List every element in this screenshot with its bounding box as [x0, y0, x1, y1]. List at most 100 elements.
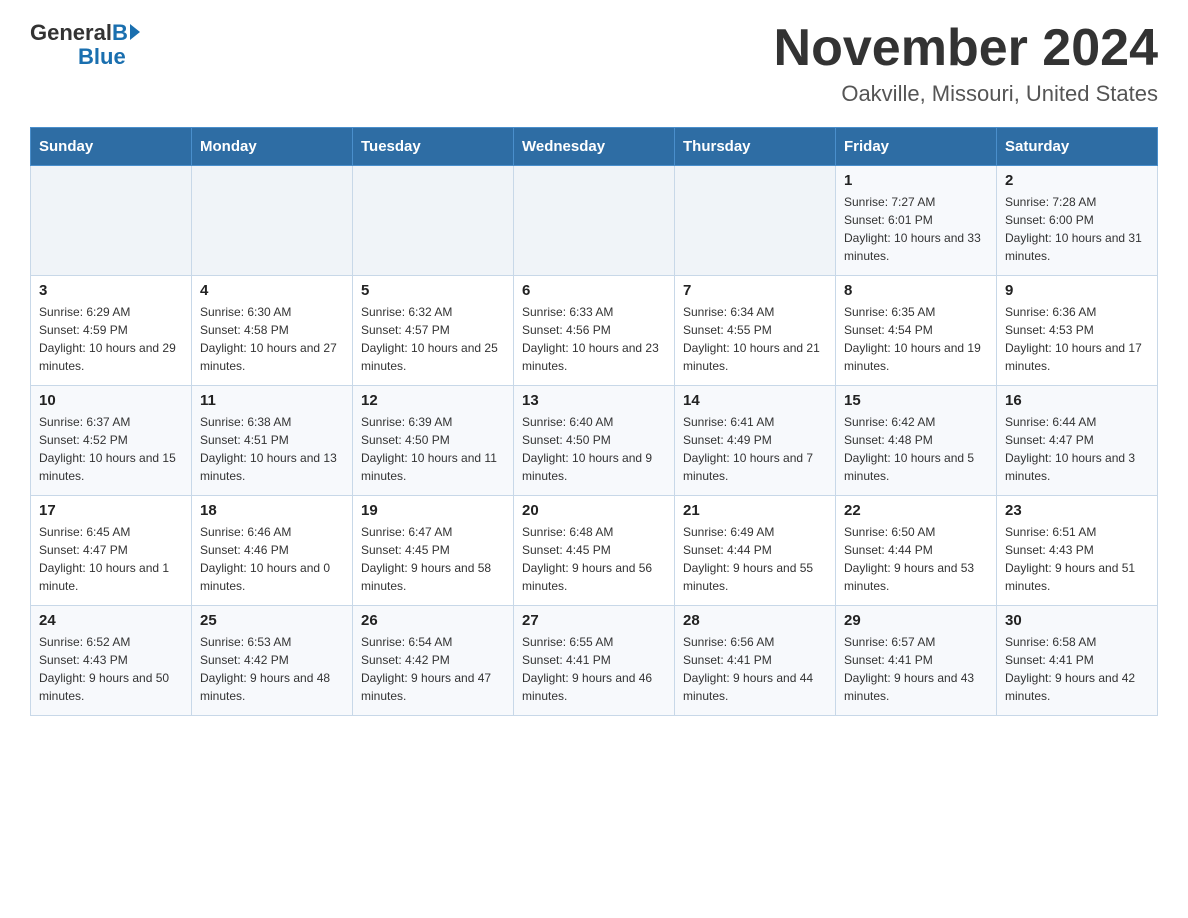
calendar-cell: 9 Sunrise: 6:36 AM Sunset: 4:53 PM Daylig… — [997, 276, 1158, 386]
calendar-cell: 6 Sunrise: 6:33 AM Sunset: 4:56 PM Daylig… — [514, 276, 675, 386]
calendar-cell — [675, 166, 836, 276]
day-number: 18 — [200, 502, 344, 519]
calendar-cell: 23 Sunrise: 6:51 AM Sunset: 4:43 PM Dayli… — [997, 496, 1158, 606]
logo-general: General — [30, 20, 112, 46]
calendar-cell: 28 Sunrise: 6:56 AM Sunset: 4:41 PM Dayli… — [675, 606, 836, 716]
day-info: Sunrise: 6:38 AM Sunset: 4:51 PM Dayligh… — [200, 413, 344, 485]
day-number: 16 — [1005, 392, 1149, 409]
page-header: General B Blue November 2024 Oakville, M… — [30, 20, 1158, 107]
weekday-header-saturday: Saturday — [997, 128, 1158, 166]
day-info: Sunrise: 6:35 AM Sunset: 4:54 PM Dayligh… — [844, 303, 988, 375]
calendar-cell: 13Sunrise: 6:40 AM Sunset: 4:50 PM Dayli… — [514, 386, 675, 496]
day-number: 3 — [39, 282, 183, 299]
day-info: Sunrise: 6:54 AM Sunset: 4:42 PM Dayligh… — [361, 633, 505, 705]
day-number: 7 — [683, 282, 827, 299]
calendar-cell: 15Sunrise: 6:42 AM Sunset: 4:48 PM Dayli… — [836, 386, 997, 496]
day-number: 1 — [844, 172, 988, 189]
day-number: 21 — [683, 502, 827, 519]
calendar-cell: 16 Sunrise: 6:44 AM Sunset: 4:47 PM Dayli… — [997, 386, 1158, 496]
day-info: Sunrise: 6:29 AM Sunset: 4:59 PM Dayligh… — [39, 303, 183, 375]
day-info: Sunrise: 6:41 AM Sunset: 4:49 PM Dayligh… — [683, 413, 827, 485]
calendar-cell: 17 Sunrise: 6:45 AM Sunset: 4:47 PM Dayli… — [31, 496, 192, 606]
calendar-cell: 29Sunrise: 6:57 AM Sunset: 4:41 PM Dayli… — [836, 606, 997, 716]
day-number: 23 — [1005, 502, 1149, 519]
calendar-cell: 30 Sunrise: 6:58 AM Sunset: 4:41 PM Dayli… — [997, 606, 1158, 716]
weekday-header-tuesday: Tuesday — [353, 128, 514, 166]
calendar-cell: 2 Sunrise: 7:28 AM Sunset: 6:00 PM Daylig… — [997, 166, 1158, 276]
calendar-cell — [353, 166, 514, 276]
calendar-cell — [192, 166, 353, 276]
calendar-cell: 22Sunrise: 6:50 AM Sunset: 4:44 PM Dayli… — [836, 496, 997, 606]
logo-blue-text: Blue — [78, 44, 126, 70]
day-number: 24 — [39, 612, 183, 629]
day-number: 17 — [39, 502, 183, 519]
calendar-title: November 2024 — [774, 20, 1158, 77]
day-info: Sunrise: 6:52 AM Sunset: 4:43 PM Dayligh… — [39, 633, 183, 705]
day-info: Sunrise: 6:36 AM Sunset: 4:53 PM Dayligh… — [1005, 303, 1149, 375]
day-number: 11 — [200, 392, 344, 409]
weekday-header-friday: Friday — [836, 128, 997, 166]
day-info: Sunrise: 6:40 AM Sunset: 4:50 PM Dayligh… — [522, 413, 666, 485]
calendar-cell: 8Sunrise: 6:35 AM Sunset: 4:54 PM Daylig… — [836, 276, 997, 386]
day-number: 5 — [361, 282, 505, 299]
day-info: Sunrise: 6:53 AM Sunset: 4:42 PM Dayligh… — [200, 633, 344, 705]
weekday-header-monday: Monday — [192, 128, 353, 166]
calendar-cell: 19Sunrise: 6:47 AM Sunset: 4:45 PM Dayli… — [353, 496, 514, 606]
day-number: 6 — [522, 282, 666, 299]
day-info: Sunrise: 6:44 AM Sunset: 4:47 PM Dayligh… — [1005, 413, 1149, 485]
calendar-cell: 26Sunrise: 6:54 AM Sunset: 4:42 PM Dayli… — [353, 606, 514, 716]
calendar-week-row: 10 Sunrise: 6:37 AM Sunset: 4:52 PM Dayli… — [31, 386, 1158, 496]
calendar-cell: 1 Sunrise: 7:27 AM Sunset: 6:01 PM Daylig… — [836, 166, 997, 276]
day-info: Sunrise: 6:37 AM Sunset: 4:52 PM Dayligh… — [39, 413, 183, 485]
day-info: Sunrise: 6:56 AM Sunset: 4:41 PM Dayligh… — [683, 633, 827, 705]
day-info: Sunrise: 6:45 AM Sunset: 4:47 PM Dayligh… — [39, 523, 183, 595]
weekday-header-sunday: Sunday — [31, 128, 192, 166]
day-info: Sunrise: 6:48 AM Sunset: 4:45 PM Dayligh… — [522, 523, 666, 595]
day-number: 20 — [522, 502, 666, 519]
calendar-header-row: SundayMondayTuesdayWednesdayThursdayFrid… — [31, 128, 1158, 166]
day-info: Sunrise: 6:42 AM Sunset: 4:48 PM Dayligh… — [844, 413, 988, 485]
calendar-cell: 24 Sunrise: 6:52 AM Sunset: 4:43 PM Dayli… — [31, 606, 192, 716]
day-number: 28 — [683, 612, 827, 629]
title-section: November 2024 Oakville, Missouri, United… — [774, 20, 1158, 107]
day-number: 29 — [844, 612, 988, 629]
calendar-cell: 14 Sunrise: 6:41 AM Sunset: 4:49 PM Dayli… — [675, 386, 836, 496]
calendar-cell: 7 Sunrise: 6:34 AM Sunset: 4:55 PM Daylig… — [675, 276, 836, 386]
day-info: Sunrise: 6:49 AM Sunset: 4:44 PM Dayligh… — [683, 523, 827, 595]
day-number: 30 — [1005, 612, 1149, 629]
day-number: 14 — [683, 392, 827, 409]
day-info: Sunrise: 6:30 AM Sunset: 4:58 PM Dayligh… — [200, 303, 344, 375]
day-info: Sunrise: 6:34 AM Sunset: 4:55 PM Dayligh… — [683, 303, 827, 375]
weekday-header-wednesday: Wednesday — [514, 128, 675, 166]
day-number: 9 — [1005, 282, 1149, 299]
calendar-subtitle: Oakville, Missouri, United States — [774, 81, 1158, 107]
day-info: Sunrise: 6:46 AM Sunset: 4:46 PM Dayligh… — [200, 523, 344, 595]
day-number: 2 — [1005, 172, 1149, 189]
day-number: 25 — [200, 612, 344, 629]
calendar-cell: 4 Sunrise: 6:30 AM Sunset: 4:58 PM Daylig… — [192, 276, 353, 386]
calendar-table: SundayMondayTuesdayWednesdayThursdayFrid… — [30, 127, 1158, 716]
day-number: 4 — [200, 282, 344, 299]
calendar-cell: 11 Sunrise: 6:38 AM Sunset: 4:51 PM Dayli… — [192, 386, 353, 496]
day-info: Sunrise: 6:55 AM Sunset: 4:41 PM Dayligh… — [522, 633, 666, 705]
day-info: Sunrise: 6:58 AM Sunset: 4:41 PM Dayligh… — [1005, 633, 1149, 705]
day-number: 27 — [522, 612, 666, 629]
day-info: Sunrise: 7:27 AM Sunset: 6:01 PM Dayligh… — [844, 193, 988, 265]
calendar-cell: 12Sunrise: 6:39 AM Sunset: 4:50 PM Dayli… — [353, 386, 514, 496]
calendar-cell: 27 Sunrise: 6:55 AM Sunset: 4:41 PM Dayli… — [514, 606, 675, 716]
day-info: Sunrise: 6:33 AM Sunset: 4:56 PM Dayligh… — [522, 303, 666, 375]
day-info: Sunrise: 7:28 AM Sunset: 6:00 PM Dayligh… — [1005, 193, 1149, 265]
calendar-cell: 21 Sunrise: 6:49 AM Sunset: 4:44 PM Dayli… — [675, 496, 836, 606]
calendar-cell — [514, 166, 675, 276]
calendar-cell — [31, 166, 192, 276]
calendar-cell: 5Sunrise: 6:32 AM Sunset: 4:57 PM Daylig… — [353, 276, 514, 386]
calendar-cell: 3 Sunrise: 6:29 AM Sunset: 4:59 PM Daylig… — [31, 276, 192, 386]
calendar-week-row: 17 Sunrise: 6:45 AM Sunset: 4:47 PM Dayli… — [31, 496, 1158, 606]
calendar-week-row: 3 Sunrise: 6:29 AM Sunset: 4:59 PM Daylig… — [31, 276, 1158, 386]
calendar-week-row: 1 Sunrise: 7:27 AM Sunset: 6:01 PM Daylig… — [31, 166, 1158, 276]
weekday-header-thursday: Thursday — [675, 128, 836, 166]
day-info: Sunrise: 6:47 AM Sunset: 4:45 PM Dayligh… — [361, 523, 505, 595]
calendar-cell: 20 Sunrise: 6:48 AM Sunset: 4:45 PM Dayli… — [514, 496, 675, 606]
day-number: 10 — [39, 392, 183, 409]
day-info: Sunrise: 6:51 AM Sunset: 4:43 PM Dayligh… — [1005, 523, 1149, 595]
